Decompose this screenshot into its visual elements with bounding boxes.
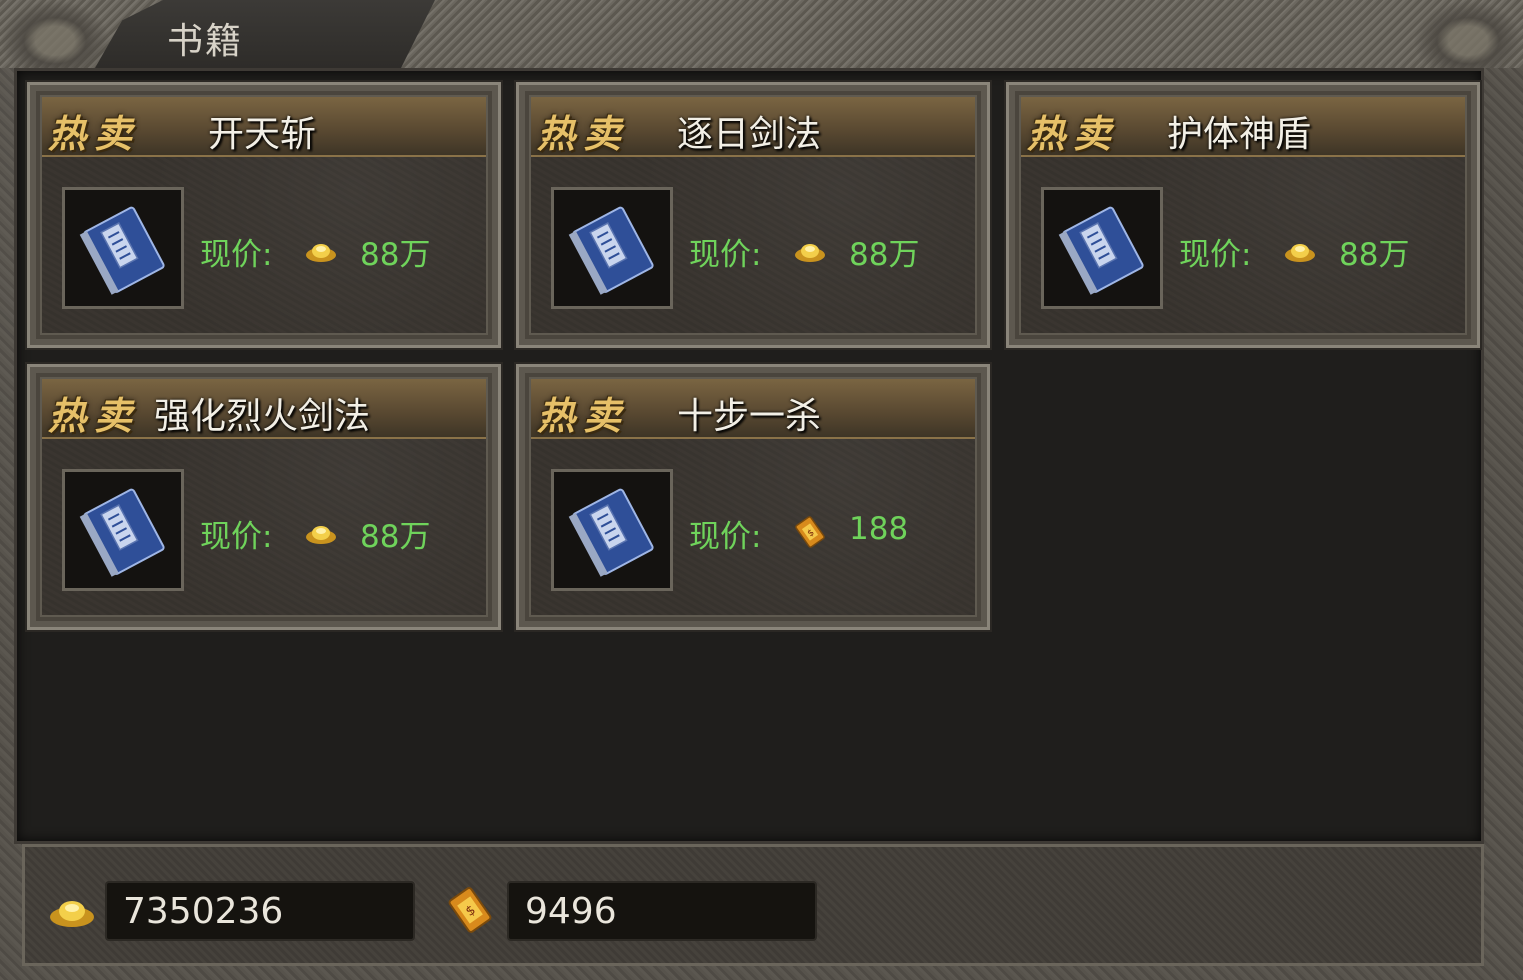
item-slot[interactable] — [551, 469, 673, 591]
price-label: 现价: — [689, 237, 762, 273]
card-body: 热卖 逐日剑法 现价: 88万 — [529, 95, 977, 335]
shop-window: 书籍 热卖 开天斩 现价: 88万 热卖 逐日剑法 现价: 88万 热卖 护体神… — [0, 0, 1523, 980]
card-header: 热卖 逐日剑法 — [531, 97, 975, 157]
card-body: 热卖 十步一杀 现价: $ 188 — [529, 377, 977, 617]
gold-ticket-icon: $ — [448, 887, 492, 933]
price-value: 88万 — [1339, 237, 1410, 273]
right-corner-ornament — [1413, 0, 1523, 68]
tab-title-label: 书籍 — [167, 21, 244, 62]
gold-ingot-icon — [306, 244, 336, 262]
hot-sale-badge: 热卖 — [48, 393, 141, 438]
item-slot[interactable] — [1041, 187, 1163, 309]
item-name: 开天斩 — [208, 114, 317, 155]
card-header: 热卖 十步一杀 — [531, 379, 975, 439]
skill-book-icon — [568, 488, 654, 577]
price-label: 现价: — [1179, 237, 1252, 273]
skill-book-icon — [79, 206, 165, 295]
left-corner-ornament — [0, 0, 110, 68]
item-card-zhurijianfa[interactable]: 热卖 逐日剑法 现价: 88万 — [516, 82, 990, 348]
price-label: 现价: — [200, 237, 273, 273]
gold-ingot-icon — [50, 901, 94, 927]
gold-ingot-icon — [795, 244, 825, 262]
card-body: 热卖 开天斩 现价: 88万 — [40, 95, 488, 335]
gold-ingot-balance: 7350236 — [105, 881, 415, 941]
price-value: 88万 — [360, 237, 431, 273]
price-label: 现价: — [200, 519, 273, 555]
item-card-qianghualiehuojianfa[interactable]: 热卖 强化烈火剑法 现价: 88万 — [27, 364, 501, 630]
gold-ingot-icon — [1285, 244, 1315, 262]
item-name: 十步一杀 — [677, 396, 822, 437]
card-header: 热卖 开天斩 — [42, 97, 486, 157]
gold-ticket-balance: 9496 — [507, 881, 817, 941]
item-card-kaitianzhan[interactable]: 热卖 开天斩 现价: 88万 — [27, 82, 501, 348]
item-slot[interactable] — [62, 187, 184, 309]
item-name: 强化烈火剑法 — [154, 396, 371, 437]
hot-sale-badge: 热卖 — [537, 393, 630, 438]
hot-sale-badge: 热卖 — [537, 111, 630, 156]
item-card-shibuyisha[interactable]: 热卖 十步一杀 现价: $ 188 — [516, 364, 990, 630]
price-value: 88万 — [360, 519, 431, 555]
gold-ingot-icon — [306, 526, 336, 544]
price-value: 188 — [849, 511, 909, 547]
card-header: 热卖 护体神盾 — [1021, 97, 1465, 157]
card-body: 热卖 强化烈火剑法 现价: 88万 — [40, 377, 488, 617]
skill-book-icon — [568, 206, 654, 295]
item-slot[interactable] — [551, 187, 673, 309]
hot-sale-badge: 热卖 — [1027, 111, 1120, 156]
price-value: 88万 — [849, 237, 920, 273]
gold-ticket-icon: $ — [795, 516, 825, 548]
item-name: 逐日剑法 — [677, 114, 822, 155]
currency-balance-bar: 7350236 $ 9496 — [22, 844, 1484, 966]
skill-book-icon — [1058, 206, 1144, 295]
item-card-hutishendun[interactable]: 热卖 护体神盾 现价: 88万 — [1006, 82, 1480, 348]
card-body: 热卖 护体神盾 现价: 88万 — [1019, 95, 1467, 335]
skill-book-icon — [79, 488, 165, 577]
category-tab-books[interactable]: 书籍 — [95, 0, 435, 68]
item-name: 护体神盾 — [1167, 114, 1312, 155]
item-slot[interactable] — [62, 469, 184, 591]
hot-sale-badge: 热卖 — [48, 111, 141, 156]
price-label: 现价: — [689, 519, 762, 555]
card-header: 热卖 强化烈火剑法 — [42, 379, 486, 439]
